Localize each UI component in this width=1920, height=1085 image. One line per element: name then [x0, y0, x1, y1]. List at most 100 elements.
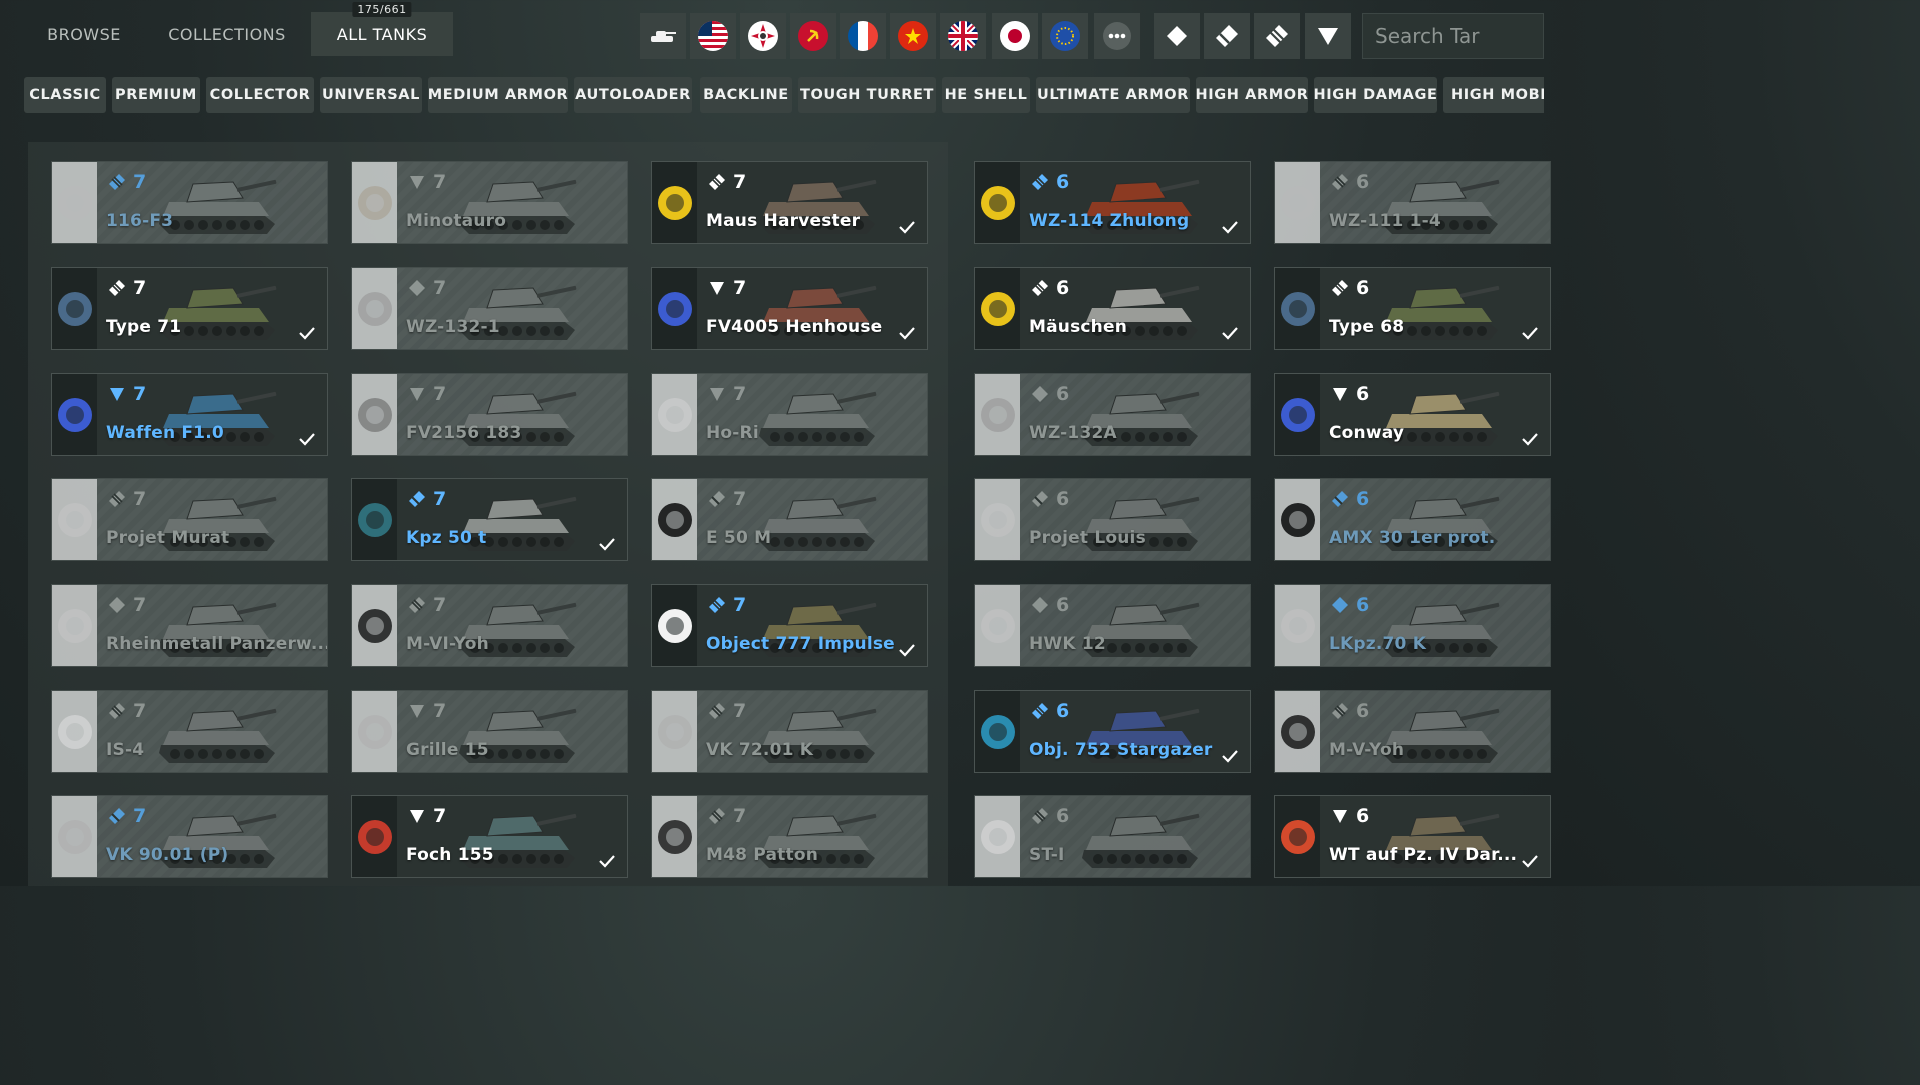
tab-all-tanks[interactable]: 175/661 ALL TANKS	[311, 2, 453, 56]
tank-card[interactable]: 6 WZ-111 1-4	[1274, 161, 1551, 244]
tank-tier: 7	[707, 171, 746, 193]
tank-tier: 6	[1330, 488, 1369, 510]
td-class-icon	[410, 388, 424, 401]
chip-universal[interactable]: UNIVERSAL	[320, 77, 422, 113]
tank-tier: 7	[107, 805, 146, 827]
tank-card[interactable]: 6 HWK 12	[974, 584, 1251, 667]
filter-nation-ussr[interactable]	[790, 13, 836, 59]
tank-card[interactable]: 6 ST-I	[974, 795, 1251, 878]
tank-card[interactable]: 7 Grille 15	[351, 690, 628, 773]
tank-tier: 7	[107, 171, 146, 193]
tank-card[interactable]: 6 WZ-114 Zhulong	[974, 161, 1251, 244]
medium-class-icon	[709, 491, 725, 507]
tier-number: 6	[1356, 383, 1370, 405]
tank-card[interactable]: 6 Mäuschen	[974, 267, 1251, 350]
tank-card[interactable]: 6 LKpz.70 K	[1274, 584, 1551, 667]
filter-class-light[interactable]	[1154, 13, 1200, 59]
tank-name: Type 68	[1329, 317, 1405, 337]
owned-check-icon	[599, 855, 615, 868]
nation-emblem	[52, 585, 97, 666]
chip-autoloader[interactable]: AUTOLOADER	[574, 77, 692, 113]
tank-card[interactable]: 7 FV2156 183	[351, 373, 628, 456]
mask-emblem-icon	[1280, 714, 1315, 749]
tank-card[interactable]: 7 Minotauro	[351, 161, 628, 244]
heavy-tank-icon	[1266, 25, 1288, 47]
burst-emblem-icon	[980, 819, 1015, 854]
filter-class-heavy[interactable]	[1254, 13, 1300, 59]
filter-nation-france[interactable]	[840, 13, 886, 59]
chip-high-mobility[interactable]: HIGH MOBILITY	[1443, 77, 1544, 113]
medium-class-icon	[1032, 491, 1048, 507]
search-input[interactable]	[1362, 13, 1544, 59]
tank-card[interactable]: 7 Type 71	[51, 267, 328, 350]
tab-collections[interactable]: COLLECTIONS	[152, 12, 302, 56]
chip-high-armor[interactable]: HIGH ARMOR	[1196, 77, 1308, 113]
filter-class-medium[interactable]	[1204, 13, 1250, 59]
chip-ultimate-armor[interactable]: ULTIMATE ARMOR	[1036, 77, 1190, 113]
more-nations-icon	[1103, 22, 1131, 50]
tank-card[interactable]: 7 Ho-Ri	[651, 373, 928, 456]
tier-number: 6	[1056, 594, 1070, 616]
filter-class-td[interactable]	[1305, 13, 1351, 59]
chip-high-damage[interactable]: HIGH DAMAGE	[1314, 77, 1437, 113]
chip-premium[interactable]: PREMIUM	[112, 77, 200, 113]
tank-card[interactable]: 7 M-VI-Yoh	[351, 584, 628, 667]
tank-card[interactable]: 6 M-V-Yoh	[1274, 690, 1551, 773]
chip-collector[interactable]: COLLECTOR	[206, 77, 314, 113]
tank-card[interactable]: 6 WZ-132A	[974, 373, 1251, 456]
tank-card[interactable]: 7 FV4005 Henhouse	[651, 267, 928, 350]
chip-medium-armor[interactable]: MEDIUM ARMOR	[428, 77, 568, 113]
sword-emblem-icon	[657, 397, 692, 432]
filter-nation-usa[interactable]	[690, 13, 736, 59]
tank-card[interactable]: 7 Foch 155	[351, 795, 628, 878]
tab-browse[interactable]: BROWSE	[28, 12, 140, 56]
tank-card-body: 7 FV2156 183	[397, 374, 627, 455]
tank-card[interactable]: 7 E 50 M	[651, 478, 928, 561]
tank-card[interactable]: 6 AMX 30 1er prot.	[1274, 478, 1551, 561]
tank-card-body: 6 Projet Louis	[1020, 479, 1250, 560]
yellow-beast-emblem-icon	[980, 291, 1015, 326]
chip-classic[interactable]: CLASSIC	[24, 77, 106, 113]
tank-card[interactable]: 7 Kpz 50 t	[351, 478, 628, 561]
filter-nation-germany[interactable]	[740, 13, 786, 59]
nation-emblem	[352, 162, 397, 243]
tank-card[interactable]: 6 Type 68	[1274, 267, 1551, 350]
filter-more-nations[interactable]	[1094, 13, 1140, 59]
filter-nation-europe[interactable]	[1042, 13, 1088, 59]
tank-image	[159, 179, 277, 234]
raccoon-emblem-icon	[980, 397, 1015, 432]
tank-name: 116-F3	[106, 211, 174, 231]
tank-card[interactable]: 6 WT auf Pz. IV Dar...	[1274, 795, 1551, 878]
tab-browse-label: BROWSE	[47, 24, 121, 44]
germany-flag-icon	[748, 21, 778, 51]
chip-backline[interactable]: BACKLINE	[700, 77, 792, 113]
chip-he-shell[interactable]: HE SHELL	[942, 77, 1030, 113]
nation-emblem	[1275, 796, 1320, 877]
tank-tier: 7	[407, 383, 446, 405]
tank-card[interactable]: 7 Projet Murat	[51, 478, 328, 561]
tank-card[interactable]: 7 VK 90.01 (P)	[51, 795, 328, 878]
filter-nation-china[interactable]	[890, 13, 936, 59]
tank-tier: 7	[707, 700, 746, 722]
filter-nation-uk[interactable]	[940, 13, 986, 59]
chip-tough-turret[interactable]: TOUGH TURRET	[798, 77, 936, 113]
light-class-icon	[109, 597, 125, 613]
filter-all-nations[interactable]	[640, 13, 686, 59]
tank-card[interactable]: 7 Rheinmetall Panzerw...	[51, 584, 328, 667]
tank-card[interactable]: 7 M48 Patton	[651, 795, 928, 878]
heavy-class-icon	[109, 174, 125, 190]
tank-card[interactable]: 6 Obj. 752 Stargazer	[974, 690, 1251, 773]
tank-card[interactable]: 7 116-F3	[51, 161, 328, 244]
tank-card[interactable]: 6 Conway	[1274, 373, 1551, 456]
tank-card[interactable]: 7 WZ-132-1	[351, 267, 628, 350]
filter-nation-japan[interactable]	[992, 13, 1038, 59]
tank-card[interactable]: 7 Maus Harvester	[651, 161, 928, 244]
tank-card[interactable]: 7 IS-4	[51, 690, 328, 773]
tank-card[interactable]: 7 VK 72.01 K	[651, 690, 928, 773]
cyber-emblem-icon	[1280, 397, 1315, 432]
tank-card[interactable]: 7 Waffen F1.0	[51, 373, 328, 456]
tank-card[interactable]: 6 Projet Louis	[974, 478, 1251, 561]
nation-emblem	[652, 691, 697, 772]
tank-card-body: 6 M-V-Yoh	[1320, 691, 1550, 772]
tank-card[interactable]: 7 Object 777 Impulse	[651, 584, 928, 667]
